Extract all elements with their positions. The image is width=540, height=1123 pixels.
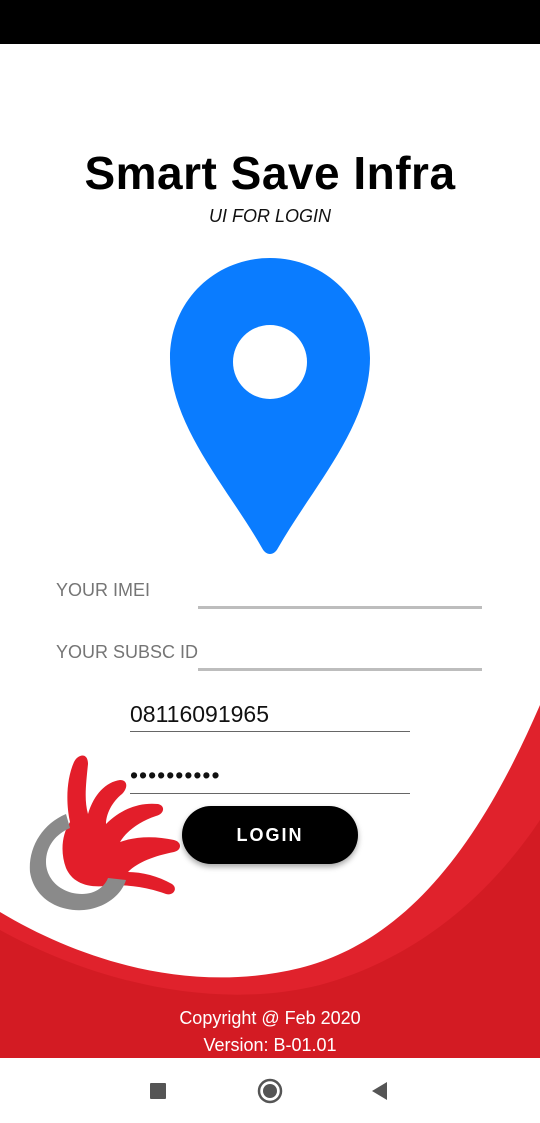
app-subtitle: UI FOR LOGIN bbox=[208, 206, 331, 226]
imei-input[interactable] bbox=[198, 606, 482, 609]
triangle-back-icon[interactable] bbox=[365, 1076, 395, 1106]
navigation-bar bbox=[0, 1058, 540, 1123]
subsc-id-input[interactable] bbox=[198, 668, 482, 671]
company-logo-icon bbox=[29, 755, 180, 911]
copyright-text: Copyright @ Feb 2020 bbox=[179, 1008, 361, 1028]
square-icon[interactable] bbox=[143, 1076, 173, 1106]
app-title: Smart Save Infra bbox=[84, 147, 456, 199]
location-pin-icon bbox=[170, 258, 370, 554]
circle-icon[interactable] bbox=[255, 1076, 285, 1106]
subsc-id-label: YOUR SUBSC ID bbox=[56, 642, 199, 662]
login-button[interactable]: LOGIN bbox=[182, 806, 358, 864]
phone-input[interactable] bbox=[130, 698, 410, 732]
version-text: Version: B-01.01 bbox=[203, 1035, 337, 1055]
imei-label: YOUR IMEI bbox=[56, 580, 151, 600]
